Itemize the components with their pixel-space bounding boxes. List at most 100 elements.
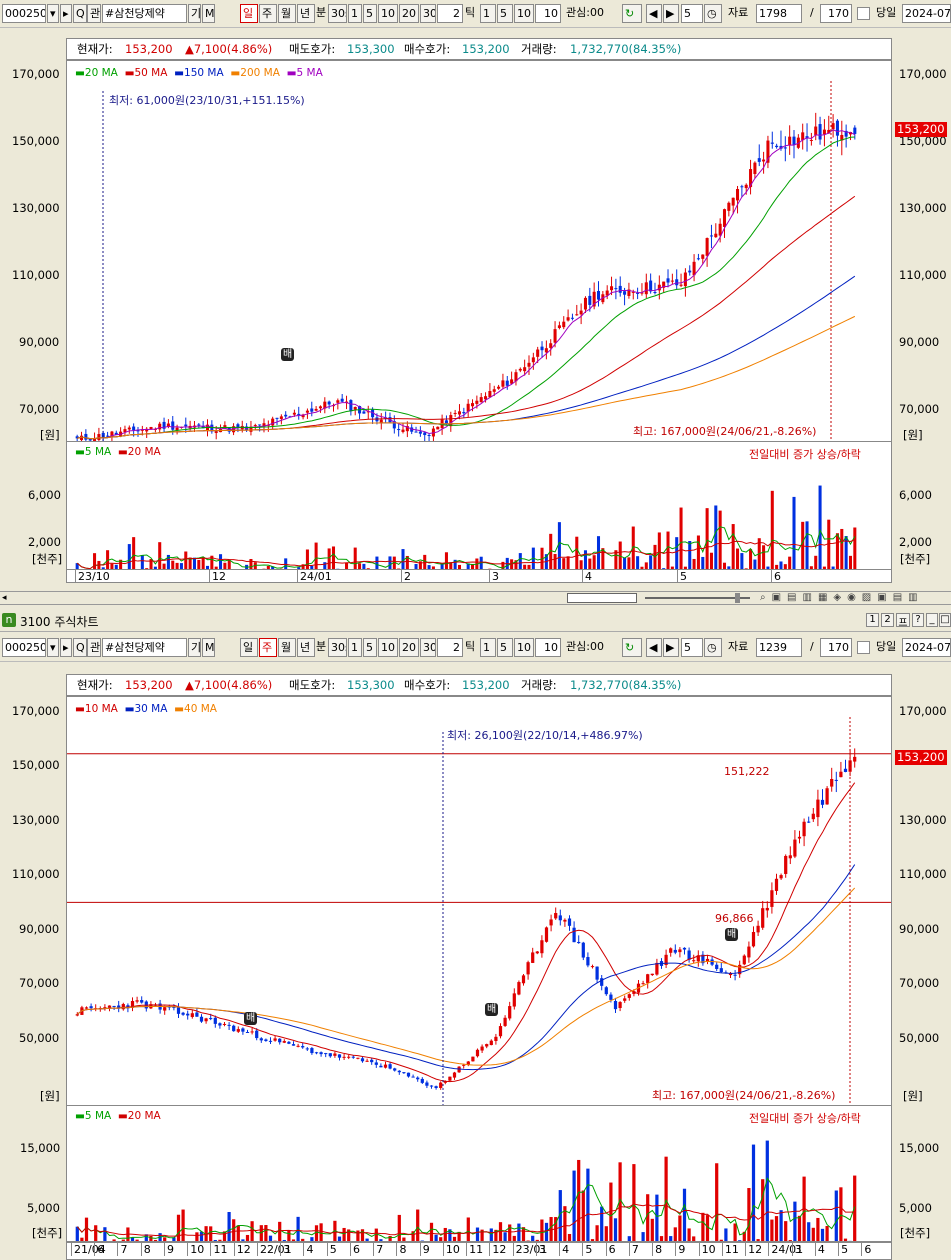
tick1-button[interactable]: 1 [480, 638, 496, 657]
volume-chart-bottom[interactable]: ▬5 MA ▬20 MA 전일대비 증가 상승/하락 [66, 1105, 892, 1242]
min1-button[interactable]: 1 [348, 638, 362, 657]
window-btn-1[interactable]: 1 [866, 613, 879, 627]
candle-body [279, 416, 283, 419]
scroll-left-icon[interactable]: ◂ [2, 593, 7, 603]
tag1-button[interactable]: 기 [188, 638, 201, 657]
candle-body [250, 1031, 254, 1033]
volume-bar [679, 507, 683, 569]
refresh-icon[interactable]: ↻ [622, 4, 642, 23]
x-axis-top: 23/10 12 24/01 2 3 4 5 6 [66, 569, 892, 583]
tick1-button[interactable]: 1 [480, 4, 496, 23]
candle-body [590, 966, 595, 968]
period-year-button[interactable]: 년 [297, 4, 315, 23]
min30b-button[interactable]: 30 [420, 4, 436, 23]
data-count-select[interactable]: 1239 [756, 638, 802, 657]
legend-20ma: ▬ [75, 67, 85, 79]
window-btn-print[interactable]: 프 [896, 613, 910, 629]
min30-button[interactable]: 30s [328, 4, 347, 23]
next-button[interactable]: ▸ [60, 638, 72, 657]
step-input[interactable]: 5 [681, 4, 703, 23]
y-tick: 110,000 [899, 268, 947, 282]
candle-body [158, 423, 162, 430]
candle-body [774, 878, 779, 891]
min30-button[interactable]: 30s [328, 638, 347, 657]
tag2-button[interactable]: M [202, 4, 215, 23]
candle-body [328, 1053, 332, 1057]
today-checkbox[interactable] [857, 641, 870, 654]
clock-icon[interactable]: ◷ [704, 4, 722, 23]
stock-name-field[interactable]: #삼천당제약 [102, 4, 187, 23]
period-month-button[interactable]: 월 [278, 4, 296, 23]
period-week-button[interactable]: 주 [259, 638, 277, 657]
next-icon[interactable]: ▶ [663, 638, 679, 657]
refresh-icon[interactable]: ↻ [622, 638, 642, 657]
period-year-button[interactable]: 년 [297, 638, 315, 657]
volume-bar [816, 1217, 820, 1241]
tick-value-input[interactable]: 10 [535, 4, 561, 23]
code-dropdown-button[interactable]: ▾ [47, 4, 59, 23]
prev-icon[interactable]: ◀ [646, 638, 662, 657]
period-day-button[interactable]: 일 [240, 638, 258, 657]
period-day-button[interactable]: 일 [240, 4, 258, 23]
window-btn-2[interactable]: 2 [881, 613, 894, 627]
scroll-track[interactable] [567, 593, 637, 603]
min10-button[interactable]: 10 [378, 4, 398, 23]
help-icon[interactable]: ? [912, 613, 924, 627]
tick-value-input[interactable]: 10 [535, 638, 561, 657]
prev-icon[interactable]: ◀ [646, 4, 662, 23]
candle-body [554, 912, 558, 919]
bookmark-icon[interactable]: 관 [87, 638, 101, 657]
window-titlebar: n 3100 주식차트 1 2 프 ? _ □ [0, 610, 951, 632]
price-chart-bottom[interactable]: ▬10 MA ▬30 MA ▬40 MA 최저: 26,100원(22/10/1… [66, 696, 892, 1106]
today-checkbox[interactable] [857, 7, 870, 20]
candle-body [282, 1041, 286, 1043]
toolbar-icons[interactable]: ⌕▣▤▥▦◈◉▨▣▤▥ [760, 592, 924, 603]
tick5-button[interactable]: 5 [497, 4, 513, 23]
stock-name-field[interactable]: #삼천당제약 [102, 638, 187, 657]
period-week-button[interactable]: 주 [259, 4, 277, 23]
next-icon[interactable]: ▶ [663, 4, 679, 23]
stock-code-input[interactable]: 000250 [2, 4, 46, 23]
tag2-button[interactable]: M [202, 638, 215, 657]
min1-button[interactable]: 1 [348, 4, 362, 23]
volume-chart-top[interactable]: ▬5 MA ▬20 MA 전일대비 증가 상승/하락 [66, 441, 892, 570]
next-button[interactable]: ▸ [60, 4, 72, 23]
tick10-button[interactable]: 10 [514, 638, 534, 657]
date-input[interactable]: 2024-07 [902, 638, 951, 657]
step-input[interactable]: 5 [681, 638, 703, 657]
stock-code-input[interactable]: 000250 [2, 638, 46, 657]
count-input[interactable]: 170 [820, 4, 852, 23]
volume-bar [650, 1218, 654, 1241]
clock-icon[interactable]: ◷ [704, 638, 722, 657]
maximize-icon[interactable]: □ [939, 613, 951, 627]
tick5-button[interactable]: 5 [497, 638, 513, 657]
min20-button[interactable]: 20 [399, 4, 419, 23]
min5-button[interactable]: 5 [363, 638, 377, 657]
search-icon[interactable]: Q [73, 4, 87, 23]
change-value: ▲7,100(4.86%) [185, 678, 273, 692]
candle-body [521, 975, 526, 984]
period-month-button[interactable]: 월 [278, 638, 296, 657]
zoom-handle[interactable] [735, 593, 740, 603]
tick10-button[interactable]: 10 [514, 4, 534, 23]
legend-50ma: ▬ [124, 67, 135, 79]
min30b-button[interactable]: 30 [420, 638, 436, 657]
tag1-button[interactable]: 기 [188, 4, 201, 23]
data-count-select[interactable]: 1798 [756, 4, 802, 23]
count-input[interactable]: 170 [820, 638, 852, 657]
search-icon[interactable]: Q [73, 638, 87, 657]
min20-button[interactable]: 20 [399, 638, 419, 657]
x-label: 3 [791, 1243, 802, 1256]
tick-count-input[interactable]: 2 [437, 4, 463, 23]
minimize-icon[interactable]: _ [926, 613, 938, 627]
price-chart-top[interactable]: ▬20 MA ▬50 MA ▬150 MA ▬200 MA ▬5 MA 최저: … [66, 60, 892, 442]
candle-body [650, 973, 654, 976]
date-input[interactable]: 2024-07 [902, 4, 951, 23]
scroll-bar-top[interactable]: ◂ ⌕▣▤▥▦◈◉▨▣▤▥ [0, 591, 951, 605]
min5-button[interactable]: 5 [363, 4, 377, 23]
code-dropdown-button[interactable]: ▾ [47, 638, 59, 657]
bookmark-icon[interactable]: 관 [87, 4, 101, 23]
min10-button[interactable]: 10 [378, 638, 398, 657]
volume-bar [94, 1225, 98, 1241]
tick-count-input[interactable]: 2 [437, 638, 463, 657]
